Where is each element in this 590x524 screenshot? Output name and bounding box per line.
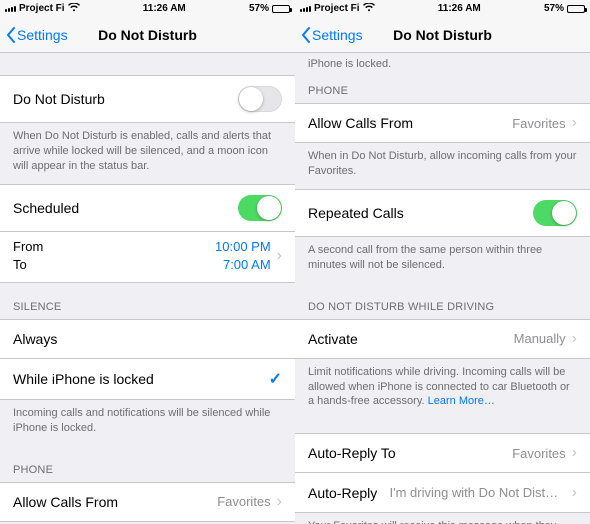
autoreply-label: Auto-Reply [308,485,377,501]
chevron-right-icon: › [572,485,577,501]
scheduled-toggle[interactable] [238,195,282,221]
back-label: Settings [17,27,68,43]
back-button[interactable]: Settings [6,27,68,43]
driving-header: DO NOT DISTURB WHILE DRIVING [295,283,590,319]
status-time: 11:26 AM [438,3,481,14]
truncated-footer-top: iPhone is locked. [295,53,590,77]
nav-bar: Settings Do Not Disturb [0,17,295,53]
left-pane: Project Fi 11:26 AM 57% Settings Do Not … [0,0,295,524]
signal-icon [300,6,311,12]
repeated-calls-cell[interactable]: Repeated Calls [295,189,590,237]
battery-icon [567,5,585,13]
silence-footer: Incoming calls and notifications will be… [0,400,295,446]
allow-calls-cell-left[interactable]: Allow Calls From Favorites › [0,482,295,522]
back-label: Settings [312,27,363,43]
silence-locked-cell[interactable]: While iPhone is locked ✓ [0,359,295,400]
allow-calls-cell-right[interactable]: Allow Calls From Favorites › [295,103,590,143]
allow-calls-label: Allow Calls From [13,494,217,510]
scheduled-cell[interactable]: Scheduled [0,184,295,232]
wifi-icon [363,3,375,15]
phone-header-right: PHONE [295,77,590,103]
allow-calls-label: Allow Calls From [308,115,512,131]
status-time: 11:26 AM [143,3,186,14]
activate-footer: Limit notifications while driving. Incom… [295,359,590,420]
autoreply-to-cell[interactable]: Auto-Reply To Favorites › [295,433,590,473]
chevron-left-icon [6,27,16,43]
battery-pct: 57% [544,3,564,14]
wifi-icon [68,3,80,15]
chevron-right-icon: › [572,115,577,131]
right-pane: Project Fi 11:26 AM 57% Settings Do Not … [295,0,590,524]
phone-header-left: PHONE [0,446,295,482]
chevron-right-icon: › [572,331,577,347]
silence-always-cell[interactable]: Always [0,319,295,359]
carrier-label: Project Fi [314,3,360,14]
dnd-footer: When Do Not Disturb is enabled, calls an… [0,123,295,184]
activate-label: Activate [308,331,514,347]
repeated-calls-toggle[interactable] [533,200,577,226]
schedule-time-cell[interactable]: From To 10:00 PM 7:00 AM › [0,232,295,283]
chevron-right-icon: › [572,445,577,461]
chevron-right-icon: › [277,494,282,510]
learn-more-link[interactable]: Learn More… [428,395,495,407]
autoreply-value: I'm driving with Do Not Distur… [389,485,559,500]
battery-icon [272,5,290,13]
back-button[interactable]: Settings [301,27,363,43]
dnd-label: Do Not Disturb [13,91,238,107]
dnd-cell[interactable]: Do Not Disturb [0,75,295,123]
check-icon: ✓ [269,369,282,389]
repeated-calls-label: Repeated Calls [308,205,533,221]
autoreply-footer: Your Favorites will receive this message… [295,513,590,524]
chevron-left-icon [301,27,311,43]
allow-calls-footer-right: When in Do Not Disturb, allow incoming c… [295,143,590,189]
from-value: 10:00 PM [215,238,271,256]
autoreply-cell[interactable]: Auto-Reply I'm driving with Do Not Distu… [295,473,590,513]
nav-bar: Settings Do Not Disturb [295,17,590,53]
dnd-toggle[interactable] [238,86,282,112]
scheduled-label: Scheduled [13,200,238,216]
autoreply-to-value: Favorites [512,446,565,461]
content: Do Not Disturb When Do Not Disturb is en… [0,53,295,524]
chevron-right-icon: › [277,248,282,264]
signal-icon [5,6,16,12]
allow-calls-value: Favorites [512,116,565,131]
activate-value: Manually [514,331,566,346]
to-label: To [13,256,215,274]
allow-calls-value: Favorites [217,494,270,509]
to-value: 7:00 AM [215,256,271,274]
status-bar: Project Fi 11:26 AM 57% [0,0,295,17]
autoreply-to-label: Auto-Reply To [308,445,512,461]
battery-pct: 57% [249,3,269,14]
silence-locked-label: While iPhone is locked [13,371,269,387]
silence-header: SILENCE [0,283,295,319]
content: iPhone is locked. PHONE Allow Calls From… [295,53,590,524]
silence-always-label: Always [13,331,282,347]
from-label: From [13,238,215,256]
repeated-calls-footer: A second call from the same person withi… [295,237,590,283]
activate-cell[interactable]: Activate Manually › [295,319,590,359]
carrier-label: Project Fi [19,3,65,14]
status-bar: Project Fi 11:26 AM 57% [295,0,590,17]
